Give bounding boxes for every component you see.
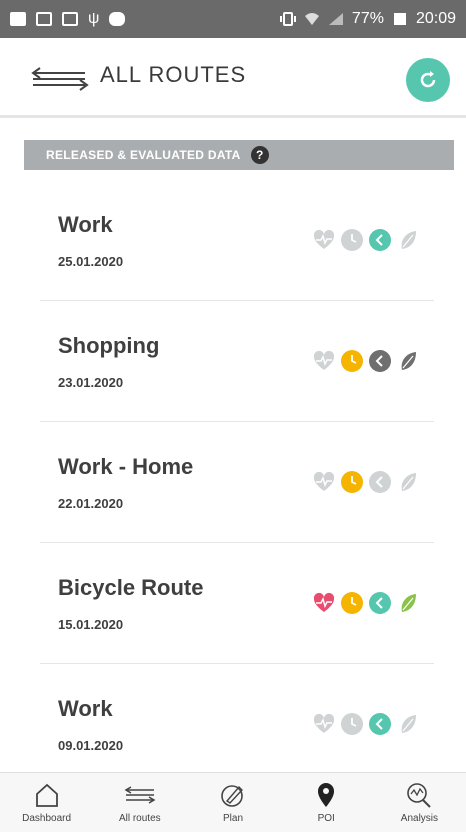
leaf-icon bbox=[401, 715, 416, 733]
refresh-icon bbox=[420, 71, 436, 88]
home-icon bbox=[35, 783, 58, 807]
nav-analysis[interactable]: Analysis bbox=[373, 773, 466, 832]
help-icon[interactable]: ? bbox=[250, 146, 269, 164]
route-name: Work - Home bbox=[58, 454, 194, 479]
usb-icon: ψ bbox=[88, 10, 100, 27]
nav-label: Dashboard bbox=[22, 813, 72, 824]
bottom-navigation: Dashboard All routes Plan POI Analysis bbox=[0, 772, 466, 832]
battery-icon bbox=[393, 13, 406, 25]
route-indicators bbox=[312, 712, 420, 736]
heart-rate-icon bbox=[313, 471, 335, 491]
route-date: 22.01.2020 bbox=[58, 496, 124, 511]
leaf-icon bbox=[401, 473, 416, 491]
status-notifications: ψ bbox=[10, 10, 126, 28]
heart-rate-icon bbox=[313, 350, 335, 370]
nav-plan[interactable]: Plan bbox=[186, 773, 279, 832]
heart-rate-icon bbox=[313, 713, 335, 733]
section-header: RELEASED & EVALUATED DATA ? bbox=[24, 140, 454, 170]
image-icon bbox=[10, 12, 26, 26]
heart-rate-icon bbox=[313, 592, 335, 612]
route-list-item[interactable]: Work 25.01.2020 bbox=[40, 180, 434, 301]
route-date: 23.01.2020 bbox=[58, 375, 124, 390]
nav-poi[interactable]: POI bbox=[280, 773, 373, 832]
status-right: 77% 20:09 bbox=[279, 10, 456, 28]
route-name: Work bbox=[58, 696, 113, 721]
speed-icon bbox=[369, 471, 391, 493]
route-date: 09.01.2020 bbox=[58, 738, 124, 753]
clock-icon bbox=[341, 229, 363, 251]
vibrate-icon bbox=[279, 12, 296, 26]
route-indicators bbox=[312, 228, 420, 252]
clock-icon bbox=[341, 350, 363, 372]
battery-percent: 77% bbox=[351, 10, 384, 27]
speed-icon bbox=[369, 592, 391, 614]
android-icon bbox=[109, 12, 126, 26]
status-bar: ψ 77% 20:09 bbox=[0, 0, 466, 38]
calendar-icon bbox=[62, 12, 78, 26]
nav-label: Plan bbox=[223, 813, 244, 824]
routes-icon bbox=[124, 786, 156, 804]
route-list-item[interactable]: Work 09.01.2020 bbox=[40, 664, 434, 785]
heart-rate-icon bbox=[313, 229, 335, 249]
route-name: Shopping bbox=[58, 333, 160, 358]
section-label: RELEASED & EVALUATED DATA bbox=[46, 148, 241, 162]
route-indicators bbox=[312, 470, 420, 494]
route-indicators bbox=[312, 591, 420, 615]
route-date: 25.01.2020 bbox=[58, 254, 124, 269]
leaf-icon bbox=[401, 352, 416, 370]
nav-dashboard[interactable]: Dashboard bbox=[0, 773, 93, 832]
route-list-item[interactable]: Work - Home 22.01.2020 bbox=[40, 422, 434, 543]
location-pin-icon bbox=[318, 783, 335, 807]
speed-icon bbox=[369, 350, 391, 372]
speed-icon bbox=[369, 713, 391, 735]
nav-all-routes[interactable]: All routes bbox=[93, 773, 186, 832]
route-list-item[interactable]: Shopping 23.01.2020 bbox=[40, 301, 434, 422]
nav-label: POI bbox=[317, 813, 335, 824]
routes-list: Work 25.01.2020 Shopping 23.01.2020 Work - H… bbox=[40, 180, 434, 785]
nav-label: Analysis bbox=[400, 813, 439, 824]
route-name: Work bbox=[58, 212, 113, 237]
routes-menu-icon[interactable] bbox=[30, 62, 90, 96]
wifi-icon bbox=[304, 13, 319, 25]
route-name: Bicycle Route bbox=[58, 575, 204, 600]
clock-icon bbox=[341, 471, 363, 493]
nav-label: All routes bbox=[118, 813, 161, 824]
calendar-icon bbox=[36, 12, 52, 26]
refresh-button[interactable] bbox=[406, 58, 450, 102]
plan-icon bbox=[221, 785, 243, 807]
clock-icon bbox=[341, 592, 363, 614]
signal-icon bbox=[328, 13, 343, 25]
leaf-icon bbox=[401, 231, 416, 249]
speed-icon bbox=[369, 229, 391, 251]
page-title: ALL ROUTES bbox=[100, 62, 247, 87]
clock: 20:09 bbox=[415, 10, 456, 27]
route-list-item[interactable]: Bicycle Route 15.01.2020 bbox=[40, 543, 434, 664]
app-header: ALL ROUTES bbox=[0, 38, 466, 118]
leaf-icon bbox=[401, 594, 416, 612]
clock-icon bbox=[341, 713, 363, 735]
route-date: 15.01.2020 bbox=[58, 617, 124, 632]
route-indicators bbox=[312, 349, 420, 373]
analysis-icon bbox=[407, 783, 432, 808]
